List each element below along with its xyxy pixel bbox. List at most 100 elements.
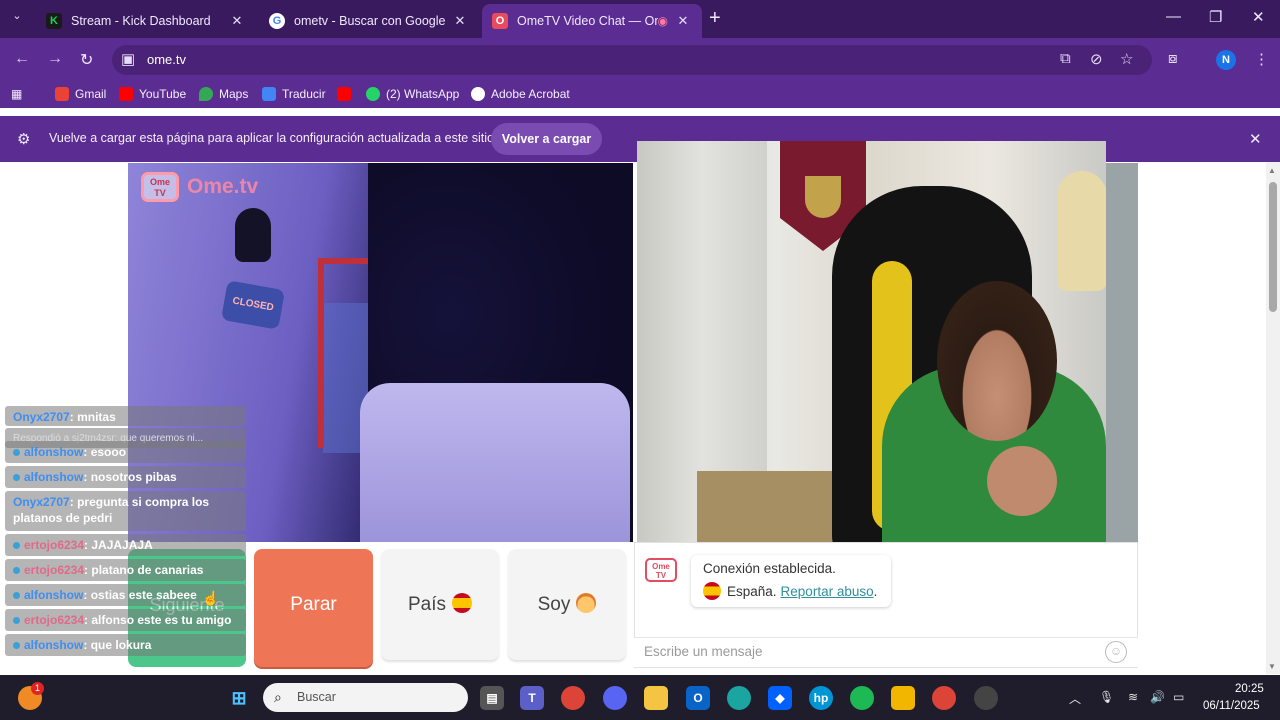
badge-icon <box>13 474 20 481</box>
chat-text: alfonso este es tu amigo <box>91 613 232 627</box>
clock-date[interactable]: 06/11/2025 <box>1203 700 1260 712</box>
apps-grid-icon[interactable]: ▦ <box>11 87 22 101</box>
tab-title: OmeTV Video Chat — Ome <box>517 14 658 28</box>
windows-start-icon[interactable]: ⊞ <box>227 686 251 710</box>
bookmark-whatsapp[interactable]: (2) WhatsApp <box>366 87 459 101</box>
bookmark-youtube[interactable]: YouTube <box>119 87 186 101</box>
app-icon[interactable] <box>891 686 915 710</box>
discord-icon[interactable] <box>603 686 627 710</box>
chat-message: ertojo6234: alfonso este es tu amigo <box>5 609 246 631</box>
ometv-icon: O <box>492 13 508 29</box>
outlook-icon[interactable]: O <box>686 686 710 710</box>
show-hidden-icons[interactable]: ︿ <box>1069 690 1081 707</box>
hide-eye-icon[interactable]: ⊘ <box>1090 50 1103 68</box>
recording-icon: ◉ <box>657 14 668 28</box>
dropbox-icon[interactable]: ◆ <box>768 686 792 710</box>
file-explorer-icon[interactable] <box>644 686 668 710</box>
chat-message: alfonshow: nosotros pibas <box>5 466 246 488</box>
back-icon[interactable]: ← <box>14 50 30 68</box>
bookmark-youtube-2[interactable] <box>337 87 357 101</box>
volume-icon[interactable]: 🔊 <box>1150 690 1165 704</box>
ometv-logo: Ome TV Ome.tv <box>141 172 258 202</box>
stop-button[interactable]: Parar <box>254 549 373 667</box>
maps-icon <box>199 87 213 101</box>
chat-message: alfonshow: esooo <box>5 441 246 463</box>
close-window-icon[interactable]: ✕ <box>1252 8 1265 26</box>
address-bar[interactable] <box>112 45 1152 75</box>
ometv-tv-icon: Ome TV <box>645 558 677 582</box>
kick-icon: K <box>46 13 62 29</box>
closed-sign: CLOSED <box>220 280 286 330</box>
new-tab-button[interactable]: + <box>709 7 721 30</box>
chrome-profile-icon[interactable] <box>932 686 956 710</box>
bookmark-label: Maps <box>219 87 249 101</box>
chat-text: nosotros pibas <box>90 470 177 484</box>
menu-icon[interactable]: ⋮ <box>1254 50 1269 68</box>
chat-message: alfonshow: que lokura <box>5 634 246 656</box>
bookmarks-bar <box>0 80 1280 108</box>
bookmark-adobe-acrobat[interactable]: Adobe Acrobat <box>471 87 570 101</box>
whatsapp-icon <box>366 87 380 101</box>
video-side-panel <box>1106 163 1138 542</box>
forward-icon[interactable]: → <box>47 50 63 68</box>
chat-text: esooo <box>90 445 127 459</box>
tab-ometv[interactable]: O OmeTV Video Chat — Ome ◉ ✕ <box>482 4 702 38</box>
minimize-icon[interactable]: — <box>1166 8 1181 25</box>
camera-icon[interactable]: ▣ <box>121 50 135 68</box>
message-placeholder: Escribe un mensaje <box>644 644 763 659</box>
url-text: ome.tv <box>147 52 187 67</box>
tab-google-search[interactable]: G ometv - Buscar con Google ✕ <box>259 4 479 38</box>
bookmark-maps[interactable]: Maps <box>199 87 248 101</box>
close-tab-icon[interactable]: ✕ <box>451 13 469 29</box>
profile-avatar[interactable]: N <box>1216 50 1236 70</box>
bookmark-label: Gmail <box>75 87 107 101</box>
scroll-down-icon[interactable]: ▼ <box>1268 662 1276 671</box>
edge-icon[interactable] <box>727 686 751 710</box>
chat-username: ertojo6234 <box>24 563 85 577</box>
mouse-cursor-icon: ☝ <box>202 590 220 606</box>
bookmark-label: (2) WhatsApp <box>386 87 460 101</box>
hp-icon[interactable]: hp <box>809 686 833 710</box>
search-icon: ⌕ <box>274 689 282 705</box>
chrome-icon[interactable] <box>561 686 585 710</box>
bookmark-traducir[interactable]: Traducir <box>262 87 326 101</box>
badge-icon <box>13 542 20 549</box>
google-icon: G <box>269 13 285 29</box>
tab-title: Stream - Kick Dashboard <box>71 14 211 28</box>
youtube-icon <box>119 87 133 101</box>
chat-message: ertojo6234: JAJAJAJA <box>5 534 246 556</box>
microphone-icon[interactable]: 🎙 <box>1099 690 1114 704</box>
reload-page-button[interactable]: Volver a cargar <box>491 123 602 155</box>
gender-label: Soy <box>537 594 571 615</box>
extensions-icon[interactable]: ⧇ <box>1168 50 1178 67</box>
bookmark-star-icon[interactable]: ☆ <box>1120 50 1133 68</box>
taskbar-search[interactable] <box>263 683 468 712</box>
reload-icon[interactable]: ↻ <box>80 50 93 70</box>
translate-icon <box>262 87 276 101</box>
country-button[interactable]: País <box>381 549 499 660</box>
emoji-icon[interactable]: ☺ <box>1105 641 1127 663</box>
install-app-icon[interactable]: ⧉ <box>1060 50 1071 67</box>
tab-kick-dashboard[interactable]: K Stream - Kick Dashboard ✕ <box>36 4 256 38</box>
obs-icon[interactable] <box>974 686 998 710</box>
youtube-icon <box>337 87 351 101</box>
scroll-up-icon[interactable]: ▲ <box>1268 166 1276 175</box>
maximize-icon[interactable]: ❐ <box>1209 8 1222 26</box>
gender-button[interactable]: Soy <box>508 549 626 660</box>
acrobat-icon <box>471 87 485 101</box>
wifi-icon[interactable]: ≋ <box>1128 690 1138 704</box>
close-tab-icon[interactable]: ✕ <box>674 13 692 29</box>
scrollbar-thumb[interactable] <box>1269 182 1277 312</box>
teams-icon[interactable]: T <box>520 686 544 710</box>
close-infobar-icon[interactable]: ✕ <box>1249 130 1262 148</box>
report-abuse-link[interactable]: Reportar abuso <box>781 584 874 599</box>
hanging-cap <box>235 208 271 262</box>
bookmark-gmail[interactable]: Gmail <box>55 87 106 101</box>
task-view-icon[interactable]: ▤ <box>480 686 504 710</box>
battery-icon[interactable]: ▭ <box>1173 690 1184 704</box>
tab-search-button[interactable]: ⌄ <box>6 9 28 29</box>
close-tab-icon[interactable]: ✕ <box>228 13 246 29</box>
spotify-icon[interactable] <box>850 686 874 710</box>
spain-flag-icon <box>703 582 721 600</box>
clock-time[interactable]: 20:25 <box>1235 683 1264 695</box>
